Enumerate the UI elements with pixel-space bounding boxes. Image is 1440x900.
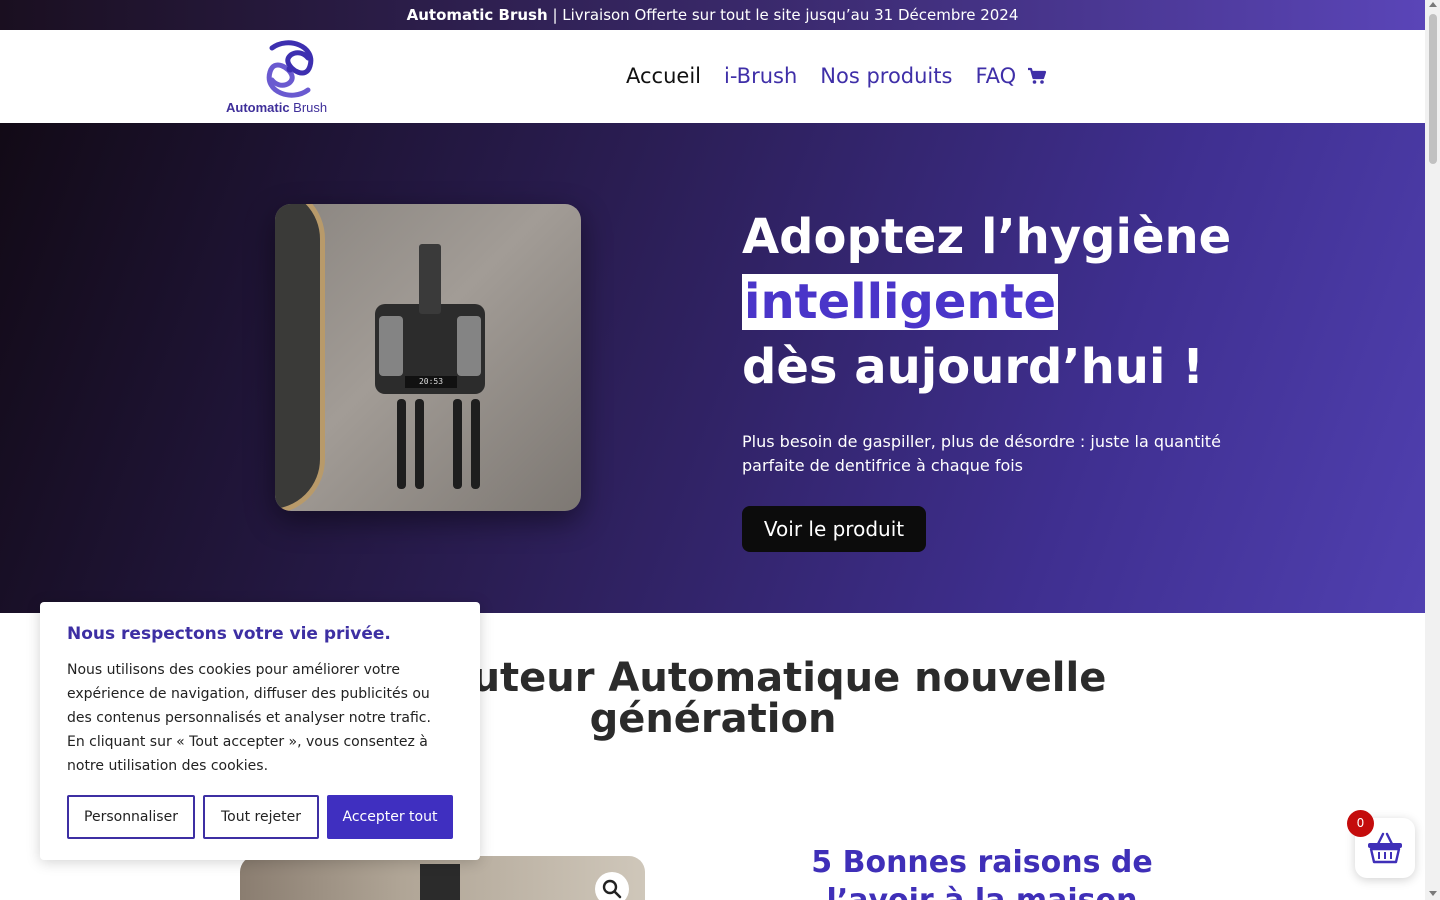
dispenser-screen: 20:53 (405, 376, 457, 388)
cookie-buttons: Personnaliser Tout rejeter Accepter tout (67, 795, 453, 839)
site-logo[interactable]: Automatic Brush (222, 40, 352, 120)
cookie-text: Nous utilisons des cookies pour améliore… (67, 662, 431, 774)
basket-icon (1368, 832, 1402, 864)
reasons-title: 5 Bonnes raisons de l’avoir à la maison (811, 845, 1153, 900)
nav-accueil[interactable]: Accueil (626, 64, 701, 88)
logo-text: Automatic Brush (226, 100, 328, 115)
site-header: Automatic Brush Accueil i-Brush Nos prod… (0, 30, 1425, 123)
accept-all-button[interactable]: Accepter tout (327, 795, 453, 839)
hero-title-highlight: intelligente (742, 274, 1059, 330)
hero-product-image: 20:53 (275, 204, 581, 511)
cookie-consent-banner: Nous respectons votre vie privée. Nous u… (40, 602, 480, 860)
page-scrollbar[interactable] (1425, 0, 1440, 900)
magnifier-icon (602, 879, 622, 899)
customize-button[interactable]: Personnaliser (67, 795, 195, 839)
zoom-button[interactable] (595, 872, 629, 900)
nav-ibrush[interactable]: i-Brush (724, 64, 797, 88)
announcement-bar: Automatic Brush | Livraison Offerte sur … (0, 0, 1425, 30)
hero-title: Adoptez l’hygiène intelligente dès aujou… (742, 209, 1232, 395)
reject-all-button[interactable]: Tout rejeter (203, 795, 319, 839)
scroll-down-arrow-icon[interactable] (1429, 891, 1437, 896)
main-nav: Accueil i-Brush Nos produits FAQ (626, 64, 1047, 88)
view-product-button[interactable]: Voir le produit (742, 506, 926, 552)
nav-faq[interactable]: FAQ (975, 64, 1016, 88)
scroll-up-arrow-icon[interactable] (1429, 2, 1437, 7)
shopping-cart-icon[interactable] (1027, 67, 1047, 85)
cookie-title: Nous respectons votre vie privée. (67, 624, 391, 644)
mirror-shape (275, 204, 325, 511)
dispenser-shape: 20:53 (375, 244, 485, 394)
cart-count-badge: 0 (1347, 810, 1374, 837)
product-preview-image (240, 856, 645, 900)
scroll-thumb[interactable] (1429, 14, 1437, 164)
announcement-text: | Livraison Offerte sur tout le site jus… (547, 6, 1019, 24)
hero-description: Plus besoin de gaspiller, plus de désord… (742, 432, 1221, 475)
logo-mark-icon (266, 40, 314, 98)
announcement-brand: Automatic Brush (406, 6, 548, 24)
nav-nos-produits[interactable]: Nos produits (820, 64, 952, 88)
